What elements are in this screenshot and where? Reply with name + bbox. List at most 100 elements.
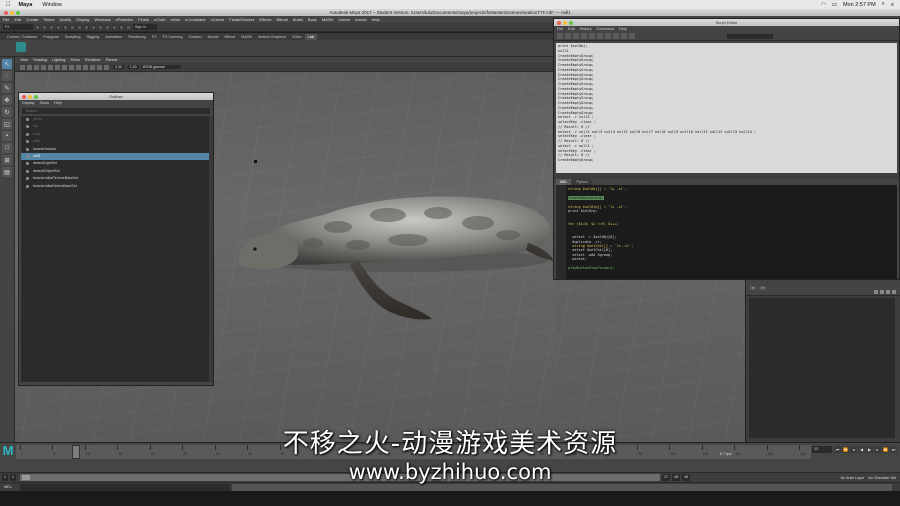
rotate-tool-icon[interactable]: ↻ <box>2 107 12 117</box>
exposure-field[interactable]: 0.00 <box>113 65 124 69</box>
maya-menu-item[interactable]: Help <box>372 17 380 22</box>
command-language-toggle[interactable]: MEL <box>4 484 12 491</box>
minimize-window-icon[interactable] <box>10 10 14 15</box>
xray-icon[interactable] <box>104 64 109 70</box>
outliner-row[interactable]: furseal:initialVertexBakeSet <box>21 183 209 190</box>
maya-menu-item[interactable]: Modify <box>60 17 72 22</box>
clear-history-icon[interactable] <box>581 33 587 39</box>
outliner-menu-show[interactable]: Show <box>39 101 49 105</box>
outliner-row[interactable]: side <box>21 138 209 145</box>
panel-menu-item[interactable]: Show <box>70 58 80 62</box>
smooth-shade-icon[interactable] <box>69 64 74 70</box>
panel-menu-item[interactable]: Panels <box>106 58 118 62</box>
outliner-layout-icon[interactable]: ▤ <box>2 167 12 177</box>
echo-all-icon[interactable] <box>605 33 611 39</box>
script-editor-zoom-icon[interactable] <box>569 20 573 25</box>
battery-icon[interactable]: ▭ <box>832 2 837 8</box>
wifi-icon[interactable]: ◠ <box>821 2 826 8</box>
maya-menu-item[interactable]: Bullet <box>293 17 303 22</box>
color-space-dropdown[interactable]: sRGB gamma <box>140 65 181 69</box>
outliner-zoom-icon[interactable] <box>34 94 38 99</box>
film-gate-icon[interactable] <box>48 64 53 70</box>
single-view-icon[interactable]: □ <box>2 143 12 153</box>
execute-all-icon[interactable] <box>621 33 627 39</box>
maya-menu-item[interactable]: Bifrost <box>277 17 288 22</box>
outliner-row[interactable]: top <box>21 123 209 130</box>
maya-menu-item[interactable]: Create <box>26 17 38 22</box>
maya-menu-item[interactable]: Windows <box>94 17 110 22</box>
lighting-icon[interactable] <box>83 64 88 70</box>
script-input-pane[interactable]: string $selObj[] = `ls -sl`; CreateEmptyG… <box>556 185 897 279</box>
line-numbers-icon[interactable] <box>613 33 619 39</box>
select-tool-icon[interactable]: ↖ <box>2 59 12 69</box>
close-window-icon[interactable] <box>4 10 8 15</box>
app-menu-maya[interactable]: Maya <box>19 2 33 8</box>
new-layer-selected-icon[interactable] <box>892 290 896 294</box>
redo-icon[interactable] <box>63 24 68 30</box>
zoom-window-icon[interactable] <box>16 10 20 15</box>
snap-curve-icon[interactable] <box>98 24 103 30</box>
command-input[interactable] <box>20 484 230 491</box>
script-history-pane[interactable]: print $selObj; null1 CreateEmptyGroup; Crea… <box>556 43 897 173</box>
script-menu-command[interactable]: Command <box>597 27 615 31</box>
outliner-row[interactable]: defaultObjectSet <box>21 168 209 175</box>
new-layer-icon[interactable] <box>886 290 890 294</box>
maya-menu-item[interactable]: nParticles <box>116 17 134 22</box>
outliner-close-icon[interactable] <box>22 94 26 99</box>
select-component-icon[interactable] <box>84 24 89 30</box>
resolution-gate-icon[interactable] <box>55 64 60 70</box>
script-menu-help[interactable]: Help <box>619 27 627 31</box>
outliner-menu-display[interactable]: Display <box>22 101 34 105</box>
render-icon[interactable] <box>112 24 117 30</box>
outliner-row[interactable]: furseal:initialTextureBakeSet <box>21 175 209 182</box>
open-scene-icon[interactable] <box>42 24 47 30</box>
menu-list-icon[interactable]: ≡ <box>891 2 894 8</box>
panel-menu-item[interactable]: View <box>20 58 28 62</box>
four-view-icon[interactable]: ⊞ <box>2 155 12 165</box>
outliner-scrollbar[interactable] <box>209 116 213 382</box>
move-tool-icon[interactable]: ✥ <box>2 95 12 105</box>
maya-menu-item[interactable]: nConstraint <box>185 17 205 22</box>
render-settings-icon[interactable] <box>126 24 131 30</box>
scale-tool-icon[interactable]: ◱ <box>2 119 12 129</box>
layer-editor-tab-display[interactable]: ▪▪ <box>750 285 757 290</box>
maya-menu-item[interactable]: Cache <box>338 17 350 22</box>
select-object-icon[interactable] <box>77 24 82 30</box>
outliner-minimize-icon[interactable] <box>28 94 32 99</box>
clear-input-icon[interactable] <box>589 33 595 39</box>
wireframe-icon[interactable] <box>62 64 67 70</box>
maya-menu-item[interactable]: nCache <box>210 17 224 22</box>
textured-icon[interactable] <box>76 64 81 70</box>
outliner-title-bar[interactable]: Outliner <box>19 93 213 100</box>
script-menu-edit[interactable]: Edit <box>568 27 575 31</box>
script-editor-close-icon[interactable] <box>557 20 561 25</box>
maya-menu-item[interactable]: Fields/Solvers <box>229 17 254 22</box>
snap-point-icon[interactable] <box>105 24 110 30</box>
outliner-row[interactable]: defaultLightSet <box>21 160 209 167</box>
layer-up-icon[interactable] <box>874 290 878 294</box>
grid-toggle-icon[interactable] <box>41 64 46 70</box>
paint-select-icon[interactable]: ✎ <box>2 83 12 93</box>
outliner-row[interactable]: null1 <box>21 152 209 161</box>
maya-menu-item[interactable]: Edit <box>14 17 21 22</box>
maya-menu-item[interactable]: Boss <box>308 17 317 22</box>
maya-menu-item[interactable]: File <box>3 17 9 22</box>
maya-menu-item[interactable]: nHair <box>170 17 180 22</box>
layer-list[interactable] <box>749 298 895 438</box>
script-editor-minimize-icon[interactable] <box>563 20 567 25</box>
load-script-icon[interactable] <box>557 33 563 39</box>
maya-menu-item[interactable]: Fluids <box>138 17 149 22</box>
shadows-icon[interactable] <box>90 64 95 70</box>
panel-menu-item[interactable]: Renderer <box>85 58 101 62</box>
script-editor-splitter[interactable] <box>554 173 899 179</box>
clock[interactable]: Mon 2:57 PM <box>843 2 876 8</box>
outliner-row[interactable]: front <box>21 131 209 138</box>
apple-icon[interactable]:  <box>6 2 11 8</box>
source-script-icon[interactable] <box>565 33 571 39</box>
script-editor-title-bar[interactable]: Script Editor <box>554 19 899 26</box>
maya-menu-item[interactable]: Arnold <box>355 17 367 22</box>
new-scene-icon[interactable] <box>35 24 40 30</box>
last-tool-icon[interactable]: ▪ <box>2 131 12 141</box>
seal-model[interactable] <box>228 135 558 325</box>
camera-attributes-icon[interactable] <box>20 64 25 70</box>
